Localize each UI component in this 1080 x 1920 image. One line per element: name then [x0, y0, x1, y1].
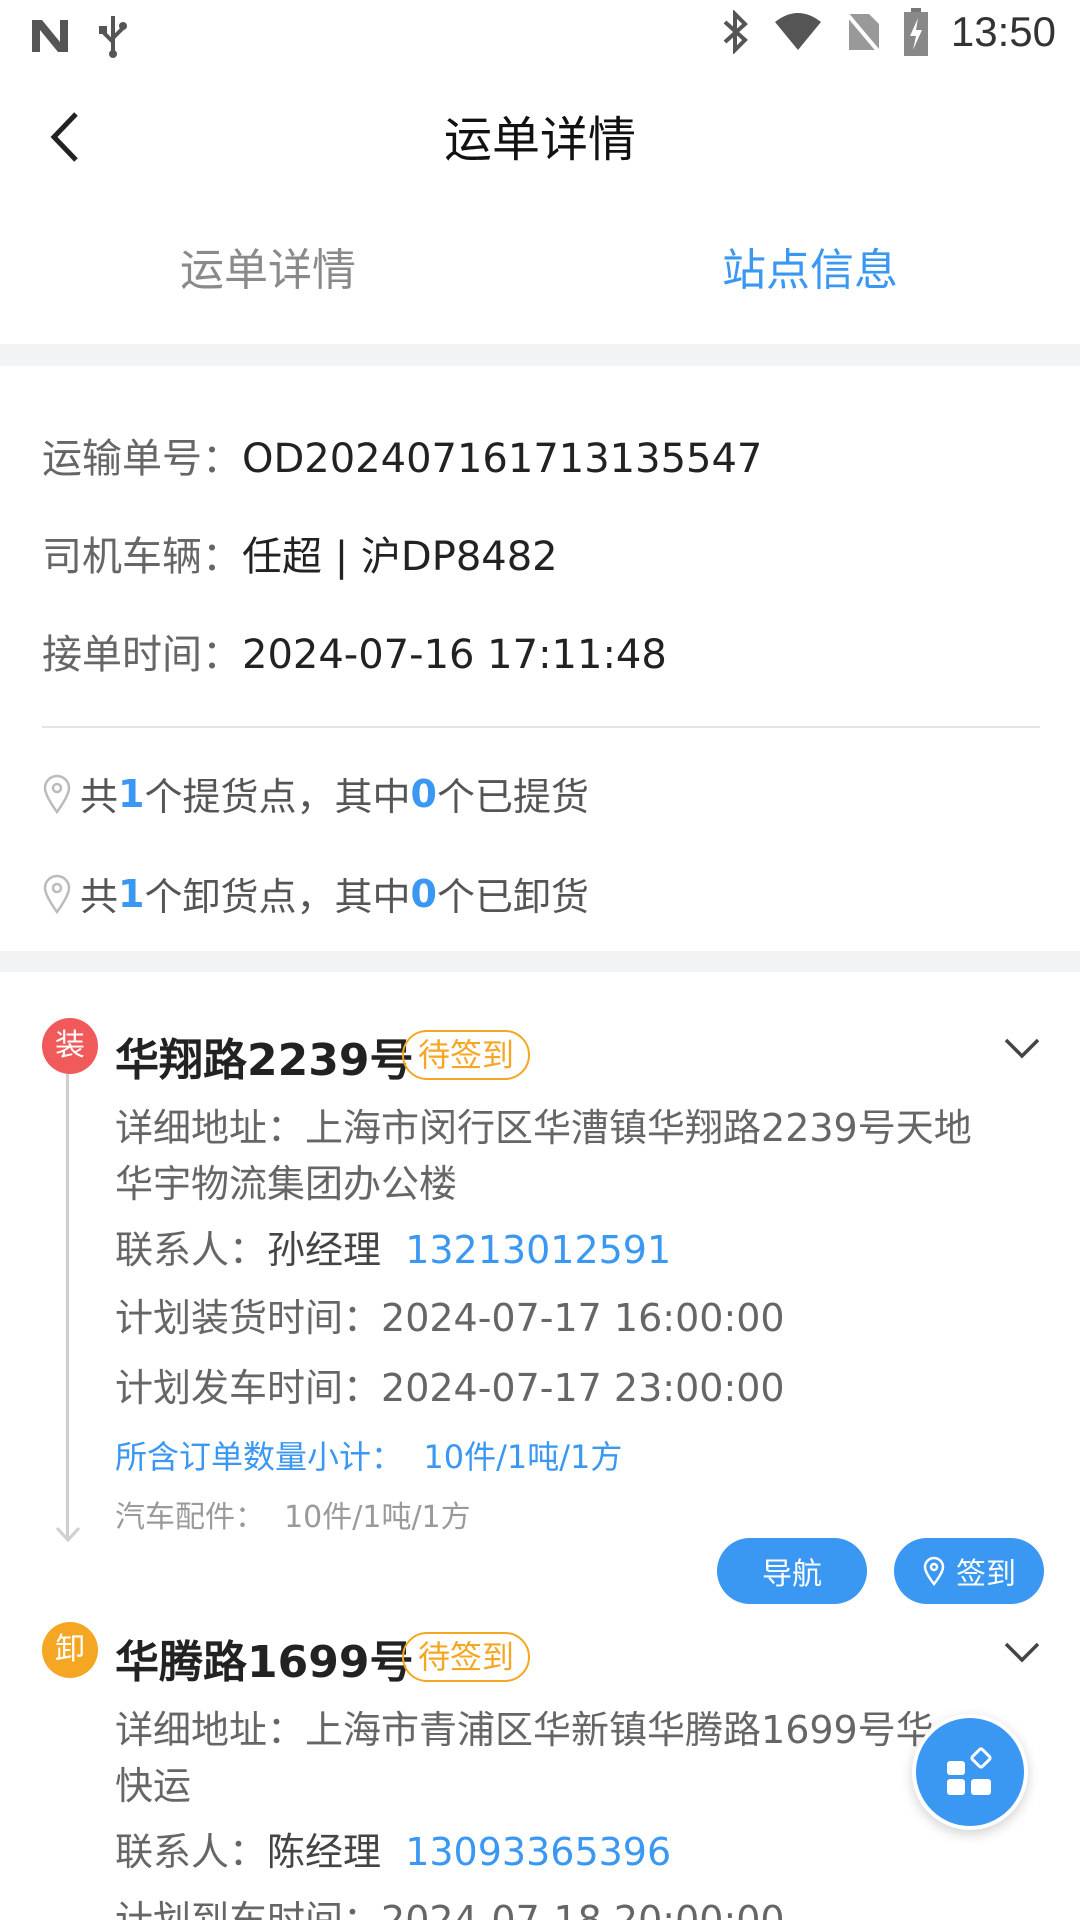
- unload-summary: 共 1 个卸货点，其中 0 个已卸货: [42, 866, 589, 921]
- timeline-line: [66, 1074, 69, 1538]
- unload-post: 个已卸货: [436, 875, 589, 919]
- status-badge: 待签到: [402, 1030, 531, 1080]
- unload-total: 1: [118, 871, 145, 916]
- bluetooth-icon: [723, 10, 748, 54]
- order-number-label: 运输单号：: [42, 436, 242, 482]
- accept-time-label: 接单时间：: [42, 632, 242, 678]
- location-pin-icon: [43, 774, 71, 814]
- summary-card: 运输单号：OD202407161713135547 司机车辆：任超 | 沪DP8…: [0, 366, 1080, 951]
- accept-time-row: 接单时间：2024-07-16 17:11:48: [42, 622, 667, 680]
- chevron-down-icon[interactable]: [1002, 1640, 1042, 1666]
- address-line2: 快运: [115, 1764, 192, 1808]
- wifi-icon: [774, 13, 821, 50]
- load-badge: 装: [42, 1018, 98, 1074]
- item-qty: 10件/1吨/1方: [284, 1500, 471, 1535]
- plan-arrive-row: 计划到车时间：2024-07-18 20:00:00: [115, 1892, 785, 1920]
- unload-pre: 共: [80, 875, 119, 919]
- item-row: 汽车配件： 10件/1吨/1方: [115, 1492, 471, 1536]
- plan-load-label: 计划装货时间：: [115, 1296, 382, 1340]
- navigate-button-label: 导航: [762, 1557, 822, 1592]
- tab-bar: 运单详情 站点信息: [0, 200, 1080, 344]
- plan-arrive-time: 2024-07-18 20:00:00: [381, 1898, 785, 1920]
- unload-done: 0: [410, 871, 437, 916]
- timeline-arrow-icon: [55, 1526, 81, 1543]
- item-label: 汽车配件：: [115, 1500, 265, 1535]
- status-bar: 13:50: [0, 0, 1080, 72]
- order-number-value: OD202407161713135547: [242, 436, 763, 482]
- no-sim-icon: [845, 12, 881, 54]
- tab-station-info[interactable]: 站点信息: [722, 234, 898, 298]
- accept-time-value: 2024-07-16 17:11:48: [242, 632, 667, 678]
- status-badge: 待签到: [402, 1632, 531, 1682]
- battery-charging-icon: [903, 8, 928, 56]
- address-text: 详细地址：上海市闵行区华漕镇华翔路2239号天地华宇物流集团办公楼: [115, 1100, 995, 1212]
- contact-name: 孙经理: [267, 1228, 382, 1272]
- address-text: 详细地址：上海市青浦区华新镇华腾路1699号华快运: [115, 1702, 995, 1814]
- contact-name: 陈经理: [267, 1830, 382, 1874]
- pickup-summary: 共 1 个提货点，其中 0 个已提货: [42, 766, 589, 821]
- pickup-total: 1: [118, 771, 145, 816]
- check-in-button-label: 签到: [956, 1557, 1016, 1592]
- driver-row: 司机车辆：任超 | 沪DP8482: [42, 524, 558, 582]
- apps-grid-icon: [947, 1747, 992, 1795]
- address-line2: 华宇物流集团办公楼: [115, 1162, 458, 1206]
- address-line1: 上海市闵行区华漕镇华翔路2239号天地: [305, 1106, 972, 1150]
- n-logo-icon: [32, 20, 68, 52]
- stop-title: 华腾路1699号: [115, 1637, 414, 1688]
- driver-value: 任超 | 沪DP8482: [242, 534, 558, 580]
- page-title: 运单详情: [443, 112, 636, 168]
- apps-fab-button[interactable]: [912, 1714, 1028, 1830]
- contact-row: 联系人：孙经理 13213012591: [115, 1222, 671, 1278]
- location-pin-icon: [923, 1556, 945, 1586]
- location-pin-icon: [43, 874, 71, 914]
- contact-label: 联系人：: [115, 1830, 268, 1874]
- plan-depart-time: 2024-07-17 23:00:00: [381, 1366, 785, 1410]
- status-time: 13:50: [950, 8, 1056, 55]
- address-label: 详细地址：: [115, 1106, 306, 1150]
- subtotal-value: 10件/1吨/1方: [423, 1438, 623, 1476]
- order-subtotal: 所含订单数量小计： 10件/1吨/1方: [115, 1432, 622, 1478]
- divider: [42, 726, 1040, 728]
- subtotal-label: 所含订单数量小计：: [115, 1438, 404, 1476]
- pickup-post: 个已提货: [436, 775, 589, 819]
- pickup-mid: 个提货点，其中: [144, 775, 411, 819]
- order-number-row: 运输单号：OD202407161713135547: [42, 426, 762, 484]
- contact-label: 联系人：: [115, 1228, 268, 1272]
- contact-row: 联系人：陈经理 13093365396: [115, 1824, 671, 1880]
- plan-depart-label: 计划发车时间：: [115, 1366, 382, 1410]
- tab-order-details[interactable]: 运单详情: [180, 234, 356, 298]
- unload-badge: 卸: [42, 1622, 98, 1678]
- app-header: 运单详情: [0, 72, 1080, 200]
- plan-load-time: 2024-07-17 16:00:00: [381, 1296, 785, 1340]
- plan-load-row: 计划装货时间：2024-07-17 16:00:00: [115, 1290, 785, 1346]
- driver-label: 司机车辆：: [42, 534, 242, 580]
- pickup-done: 0: [410, 771, 437, 816]
- chevron-down-icon[interactable]: [1002, 1036, 1042, 1062]
- unload-mid: 个卸货点，其中: [144, 875, 411, 919]
- contact-phone-link[interactable]: 13093365396: [405, 1830, 671, 1874]
- usb-icon: [99, 16, 127, 58]
- navigate-button[interactable]: 导航: [717, 1538, 867, 1604]
- plan-arrive-label: 计划到车时间：: [115, 1898, 382, 1920]
- stop-title: 华翔路2239号: [115, 1035, 414, 1086]
- plan-depart-row: 计划发车时间：2024-07-17 23:00:00: [115, 1360, 785, 1416]
- pickup-pre: 共: [80, 775, 119, 819]
- contact-phone-link[interactable]: 13213012591: [405, 1228, 671, 1272]
- address-line1: 上海市青浦区华新镇华腾路1699号华: [305, 1708, 934, 1752]
- address-label: 详细地址：: [115, 1708, 306, 1752]
- check-in-button[interactable]: 签到: [894, 1538, 1044, 1604]
